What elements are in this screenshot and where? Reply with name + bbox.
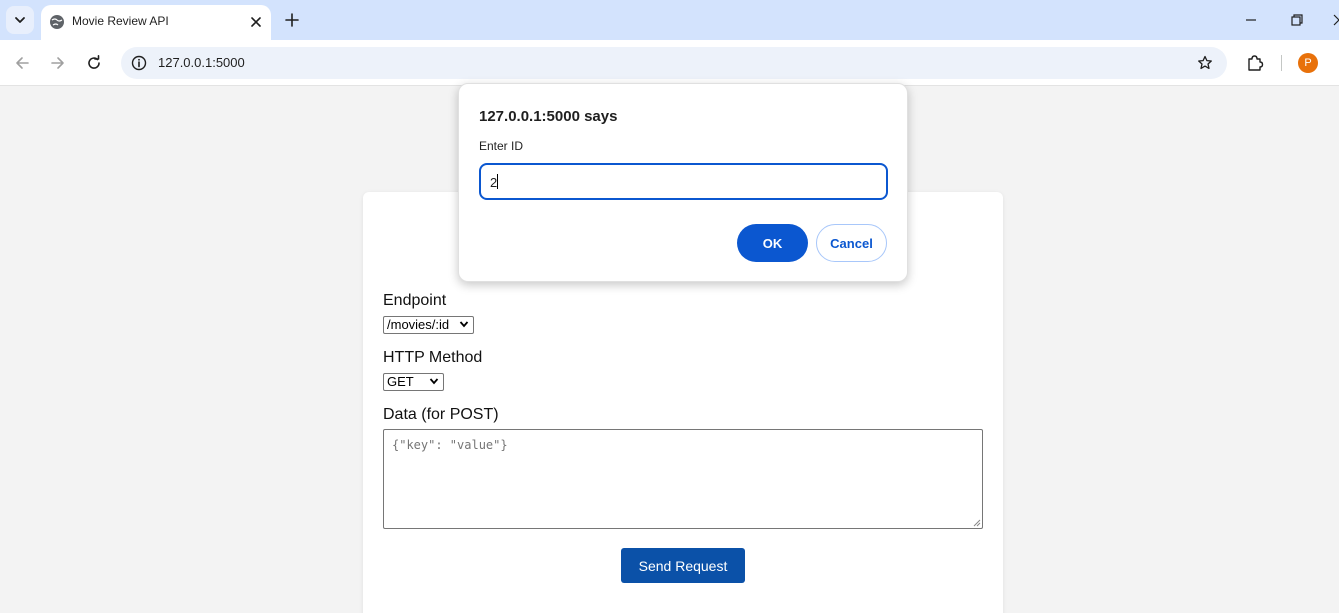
chevron-down-icon [459,321,469,328]
data-placeholder: {"key": "value"} [392,438,508,452]
endpoint-selected-value: /movies/:id [387,317,450,332]
site-info-button[interactable] [129,53,149,73]
endpoint-select[interactable]: /movies/:id [383,316,474,334]
dialog-title: 127.0.0.1:5000 says [479,108,618,125]
dialog-message: Enter ID [479,139,524,153]
text-caret [497,174,499,189]
tab-search-button[interactable] [6,6,34,34]
tab-strip: Movie Review API [0,0,1339,40]
close-window-button[interactable] [1327,8,1339,32]
close-icon [251,17,261,27]
tab-close-button[interactable] [247,13,265,31]
resize-handle-icon[interactable] [973,519,981,527]
chevron-down-icon [15,17,25,23]
restore-icon [1291,14,1303,26]
close-window-icon [1333,14,1339,26]
data-textarea[interactable]: {"key": "value"} [383,429,983,529]
globe-icon [50,15,64,29]
minimize-icon [1246,19,1256,21]
restore-button[interactable] [1285,8,1309,32]
endpoint-label: Endpoint [383,292,447,309]
puzzle-icon [1248,55,1264,71]
arrow-left-icon [16,57,29,69]
address-bar[interactable]: 127.0.0.1:5000 [121,47,1227,79]
chevron-down-icon [429,378,439,385]
method-label: HTTP Method [383,349,483,366]
dialog-input-value: 2 [490,175,498,190]
data-label: Data (for POST) [383,406,499,423]
method-select[interactable]: GET [383,373,444,391]
dialog-id-input[interactable]: 2 [479,163,888,200]
arrow-right-icon [51,57,64,69]
ok-button[interactable]: OK [737,224,808,262]
method-selected-value: GET [387,374,414,389]
send-request-button[interactable]: Send Request [621,548,745,583]
browser-tab[interactable]: Movie Review API [41,5,271,40]
reload-icon [88,55,100,69]
extensions-button[interactable] [1243,51,1267,75]
tab-title: Movie Review API [72,14,169,28]
star-icon [1198,55,1212,70]
toolbar-divider [1281,55,1282,71]
cancel-button[interactable]: Cancel [816,224,887,262]
browser-toolbar: 127.0.0.1:5000 P [0,40,1339,86]
back-button[interactable] [10,51,34,75]
minimize-button[interactable] [1239,8,1263,32]
bookmark-button[interactable] [1195,53,1215,73]
reload-button[interactable] [82,51,106,75]
forward-button[interactable] [46,51,70,75]
url-text: 127.0.0.1:5000 [158,55,245,70]
info-icon [131,55,147,71]
profile-avatar[interactable]: P [1298,53,1318,73]
prompt-dialog: 127.0.0.1:5000 says Enter ID 2 OK Cancel [458,83,908,282]
plus-icon [285,13,299,27]
new-tab-button[interactable] [281,9,303,31]
